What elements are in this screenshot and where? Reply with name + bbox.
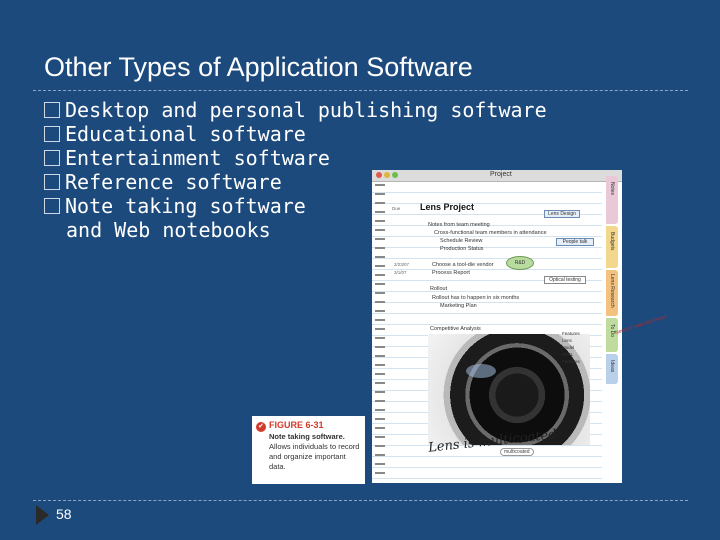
note-line: Process Report (432, 270, 470, 276)
figure-marker-icon: ✔ (256, 422, 266, 432)
note-line: Cross-functional team members in attenda… (434, 230, 547, 236)
figure-number: FIGURE 6-31 (269, 420, 324, 430)
note-line: Schedule Review (440, 238, 483, 244)
margin-label: Due (392, 206, 401, 211)
bullet-text: Note taking software (65, 194, 306, 218)
tab-ideas: Ideas (606, 354, 618, 384)
figure-caption-bold: Note taking software. (269, 432, 345, 441)
bullet-text: Educational software (65, 122, 306, 146)
handwritten-tag: multicoated (500, 448, 534, 456)
note-line: Marketing Plan (440, 303, 477, 309)
figure-caption-rest: Allows individuals to record and organiz… (269, 442, 360, 471)
tab-notes: Notes (606, 176, 618, 224)
feature-item: ZTRL (562, 352, 574, 357)
bullet-item: Desktop and personal publishing software (44, 98, 547, 122)
notebook-spiral (375, 184, 385, 480)
footer-divider (33, 500, 688, 501)
callout-optical: Optical testing (544, 276, 586, 284)
figure-caption: Note taking software. Allows individuals… (269, 432, 361, 472)
feature-item: Features (562, 331, 580, 336)
title-divider (33, 90, 688, 91)
note-line: Choose a tool-die vendor (432, 262, 494, 268)
feature-list: Features Lens Model ZTRL Features (562, 330, 600, 365)
note-line: Rollout (430, 286, 448, 292)
bullet-box-icon (44, 102, 60, 118)
bullet-box-icon (44, 174, 60, 190)
bullet-box-icon (44, 198, 60, 214)
page-number: 58 (56, 506, 72, 522)
notebook-page-title: Lens Project (420, 202, 475, 212)
close-dot-icon (376, 172, 382, 178)
note-line: Production Status (440, 246, 484, 252)
note-line: Competitive Analysis (430, 326, 481, 332)
slide: Other Types of Application Software Desk… (0, 0, 720, 540)
lens-reflection (466, 364, 496, 378)
bullet-item: Educational software (44, 122, 547, 146)
feature-item: Features (562, 359, 580, 364)
note-line: Notes from team meeting (428, 222, 490, 228)
footer-arrow-icon (36, 505, 49, 525)
slide-title: Other Types of Application Software (44, 52, 473, 82)
callout-rd: R&D (506, 256, 534, 270)
callout-people: People talk (556, 238, 594, 246)
minimize-dot-icon (384, 172, 390, 178)
tab-budgets: Budgets (606, 226, 618, 268)
window-title: Project (490, 171, 512, 178)
margin-date: 2/23/07 (394, 262, 410, 267)
callout-lens-design: Lens Design (544, 210, 580, 218)
tab-lens-research: Lens Research (606, 270, 618, 316)
margin-date: 3/1/07 (394, 270, 407, 275)
bullet-box-icon (44, 126, 60, 142)
bullet-item: Entertainment software (44, 146, 547, 170)
bullet-box-icon (44, 150, 60, 166)
bullet-text: Entertainment software (65, 146, 330, 170)
feature-item: Lens (562, 338, 572, 343)
figure-caption-card: ✔ FIGURE 6-31 Note taking software. Allo… (252, 416, 365, 484)
bullet-text: Reference software (65, 170, 282, 194)
window-title-bar: Project (372, 170, 622, 182)
bullet-text: Desktop and personal publishing software (65, 98, 547, 122)
note-line: Rollout has to happen in six months (432, 295, 520, 301)
feature-item: Model (562, 345, 575, 350)
zoom-dot-icon (392, 172, 398, 178)
sticky-note: Need to make this faster (614, 313, 668, 337)
